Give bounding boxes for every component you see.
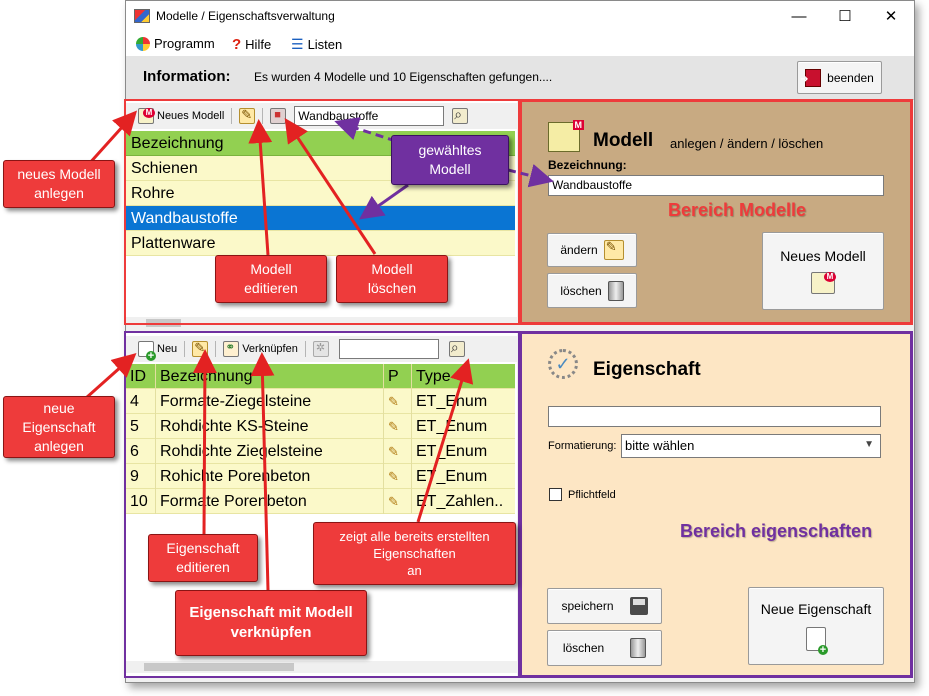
program-icon	[136, 36, 150, 51]
info-label: Information:	[143, 68, 231, 85]
callout-edit-model: Modell editieren	[215, 255, 327, 303]
callout-show-all: zeigt alle bereits erstellten Eigenschaf…	[313, 522, 516, 585]
callout-delete-model: Modell löschen	[336, 255, 448, 303]
menu-hilfe[interactable]: ? Hilfe	[232, 36, 271, 53]
property-form-region-border	[519, 331, 913, 678]
menu-listen[interactable]: ☰ Listen	[291, 36, 342, 53]
info-bar: Information: Es wurden 4 Modelle und 10 …	[126, 56, 914, 100]
callout-selected-model: gewähltes Modell	[391, 135, 509, 185]
menu-label: Programm	[154, 36, 215, 51]
callout-new-property: neue Eigenschaft anlegen	[3, 396, 115, 458]
close-button[interactable]: ✕	[868, 1, 914, 32]
exit-label: beenden	[827, 70, 874, 85]
menu-programm[interactable]: Programm	[136, 36, 215, 51]
app-icon	[134, 9, 150, 23]
menu-label: Hilfe	[245, 37, 272, 52]
exit-button[interactable]: ➜ beenden	[797, 61, 882, 94]
menu-bar: Programm ? Hilfe ☰ Listen	[126, 32, 914, 56]
maximize-button[interactable]: ☐	[822, 1, 868, 32]
info-message: Es wurden 4 Modelle und 10 Eigenschaften…	[254, 70, 553, 84]
window-title: Modelle / Eigenschaftsverwaltung	[156, 9, 335, 23]
menu-label: Listen	[307, 37, 343, 52]
list-icon: ☰	[291, 36, 304, 52]
minimize-button[interactable]: —	[776, 1, 822, 32]
callout-link-property: Eigenschaft mit Modell verknüpfen	[175, 590, 367, 656]
title-bar: Modelle / Eigenschaftsverwaltung — ☐ ✕	[126, 1, 914, 32]
callout-edit-property: Eigenschaft editieren	[148, 534, 258, 582]
callout-new-model: neues Modell anlegen	[3, 160, 115, 208]
help-icon: ?	[232, 36, 242, 53]
model-form-region-border	[519, 99, 913, 325]
exit-icon: ➜	[800, 68, 822, 87]
